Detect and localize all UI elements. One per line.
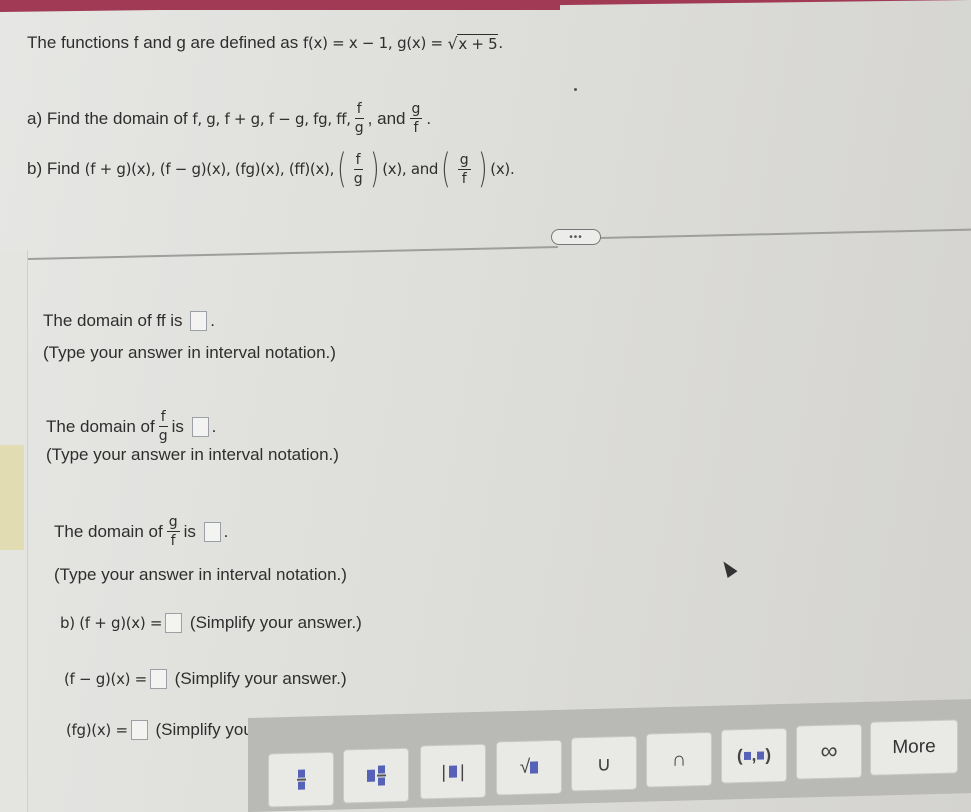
problem-intro: The functions f and g are defined as f(x… [27,33,503,53]
numerator: g [166,514,180,532]
f-definition: f(x) = x − 1, [302,34,393,52]
radicand: x + 5 [457,33,499,53]
numerator: g [409,101,423,119]
period: . [426,108,432,128]
intersection-icon: ∩ [671,748,687,771]
numerator: f [158,409,168,427]
ellipsis-icon: ••• [569,231,583,243]
g-definition-prefix: g(x) = [397,34,443,52]
interval-template-icon: (,) [736,745,772,766]
domain-g-over-f-row: The domain of g f is . [54,515,228,548]
numerator: f [353,151,363,170]
domain-ff-row: The domain of ff is . [43,311,215,331]
left-paren: ( [337,146,347,192]
fraction-g-over-f: g f [166,514,180,549]
intro-text: The functions f and g are defined as [27,33,299,52]
part-b-instruction: b) Find (f + g)(x), (f − g)(x), (fg)(x),… [27,146,515,192]
fraction-g-over-f: g f [409,101,423,136]
infinity-icon: ∞ [820,737,838,766]
x-end-text: (x). [490,160,515,178]
expand-question-button[interactable]: ••• [551,229,601,245]
union-button[interactable]: ∪ [571,735,637,792]
period: . [210,311,216,330]
domain-g-over-f-hint: (Type your answer in interval notation.) [54,565,347,584]
period: . [498,33,504,52]
f-minus-g-label: (f − g)(x) = [64,670,147,688]
and-text: and [377,108,406,128]
fraction-f-over-g: f g [353,151,363,187]
right-paren: ) [369,146,380,192]
union-icon: ∪ [596,752,612,776]
absolute-value-button[interactable]: | | [420,743,486,800]
f-plus-g-row: b) (f + g)(x) = (Simplify your answer.) [60,613,362,633]
domain-f-over-g-input[interactable] [191,416,209,437]
section-divider-left [27,245,558,260]
f-plus-g-hint: (Simplify your answer.) [189,613,362,632]
part-b-prefix: b) Find [27,159,80,178]
domain-ff-label: The domain of ff is [43,311,183,330]
domain-f-over-g-label: The domain of [46,416,155,436]
top-header-bar-edge [0,0,971,12]
domain-g-over-f-label: The domain of [54,521,163,541]
more-button[interactable]: More [870,719,958,776]
part-a-prefix: a) Find the domain of [27,108,188,128]
more-button-label: More [892,735,936,759]
absolute-value-template-icon: | | [441,760,465,782]
left-rail-highlight [0,445,24,550]
f-minus-g-row: (f − g)(x) = (Simplify your answer.) [64,669,347,689]
denominator: f [170,533,176,549]
denominator: g [158,428,168,444]
numerator: f [354,101,364,119]
radical-icon: √ [447,33,458,53]
mixed-number-template-icon [366,765,386,786]
f-times-g-label: (fg)(x) = [66,721,128,739]
domain-ff-input[interactable] [190,311,208,331]
sqrt-expression: √ x + 5 [447,33,499,53]
denominator: g [353,170,363,187]
f-minus-g-hint: (Simplify your answer.) [174,669,347,688]
denominator: g [354,120,364,136]
domain-f-over-g-row: The domain of f g is . [46,410,216,443]
right-paren: ) [477,146,488,192]
denominator: f [413,120,419,136]
f-minus-g-input[interactable] [149,669,167,689]
numerator: g [457,151,471,170]
period: . [223,521,229,541]
fraction-g-over-f: g f [457,151,471,187]
math-palette-toolbar: | | √ ∪ ∩ (,) ∞ More [248,699,971,812]
fraction-f-over-g: f g [354,101,364,136]
interval-button[interactable]: (,) [721,727,787,784]
comma: , [367,108,373,128]
square-root-template-icon: √ [520,756,539,778]
denominator: f [461,170,467,187]
intersection-button[interactable]: ∩ [646,731,712,788]
part-b-function-list: (f + g)(x), (f − g)(x), (fg)(x), (ff)(x)… [84,160,335,178]
is-text: is [183,521,196,541]
domain-g-over-f-input[interactable] [203,521,221,542]
fraction-f-over-g: f g [158,409,168,444]
f-times-g-input[interactable] [130,720,148,740]
stray-dot [574,88,577,91]
f-plus-g-label: b) (f + g)(x) = [60,614,163,632]
part-a-function-list: f, g, f + g, f − g, fg, ff, [192,109,351,128]
domain-f-over-g-hint: (Type your answer in interval notation.) [46,445,339,464]
section-divider-right [599,228,971,239]
infinity-button[interactable]: ∞ [796,723,862,780]
period: . [211,416,217,436]
fraction-template-icon [296,769,306,790]
is-text: is [171,416,184,436]
domain-ff-hint: (Type your answer in interval notation.) [43,343,336,362]
mouse-cursor-icon [718,558,738,578]
fraction-button[interactable] [268,751,334,808]
square-root-button[interactable]: √ [496,739,562,796]
f-plus-g-input[interactable] [165,613,183,633]
x-and-text: (x), and [382,160,439,178]
left-paren: ( [441,146,451,192]
mixed-number-button[interactable] [343,747,409,804]
part-a-instruction: a) Find the domain of f, g, f + g, f − g… [27,102,431,135]
